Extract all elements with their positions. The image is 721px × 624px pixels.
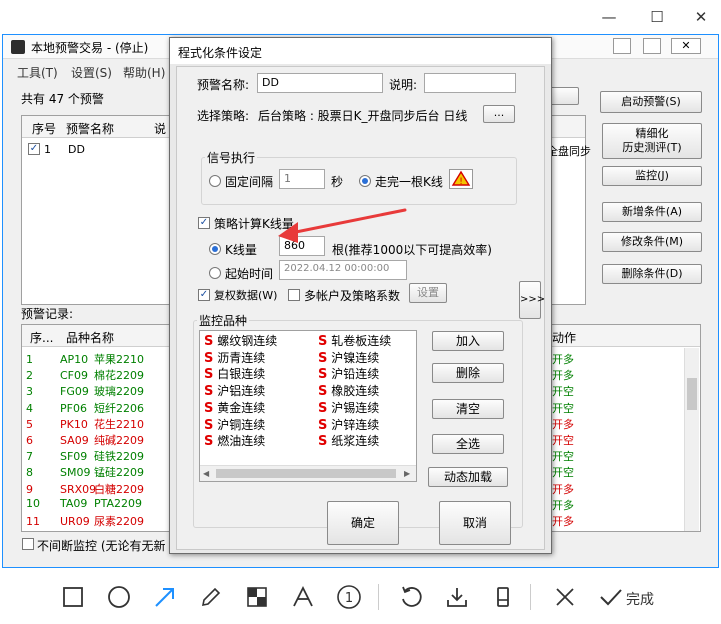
toolbar-divider-2 [530,584,531,610]
download-icon[interactable] [440,580,474,614]
toolbar-divider [378,584,379,610]
annotation-arrow [278,208,407,243]
number-tool-icon[interactable]: 1 [332,580,366,614]
annotation-toolbar: 1 完成 [0,570,721,624]
done-label[interactable]: 完成 [626,589,654,609]
check-icon[interactable] [594,580,628,614]
mosaic-tool-icon[interactable] [240,580,274,614]
arrow-tool-icon[interactable] [148,580,182,614]
undo-icon[interactable] [394,580,428,614]
rectangle-tool-icon[interactable] [56,580,90,614]
cancel-icon[interactable] [548,580,582,614]
svg-text:1: 1 [345,591,353,606]
ellipse-tool-icon[interactable] [102,580,136,614]
pen-tool-icon[interactable] [194,580,228,614]
text-tool-icon[interactable] [286,580,320,614]
pin-icon[interactable] [486,580,520,614]
